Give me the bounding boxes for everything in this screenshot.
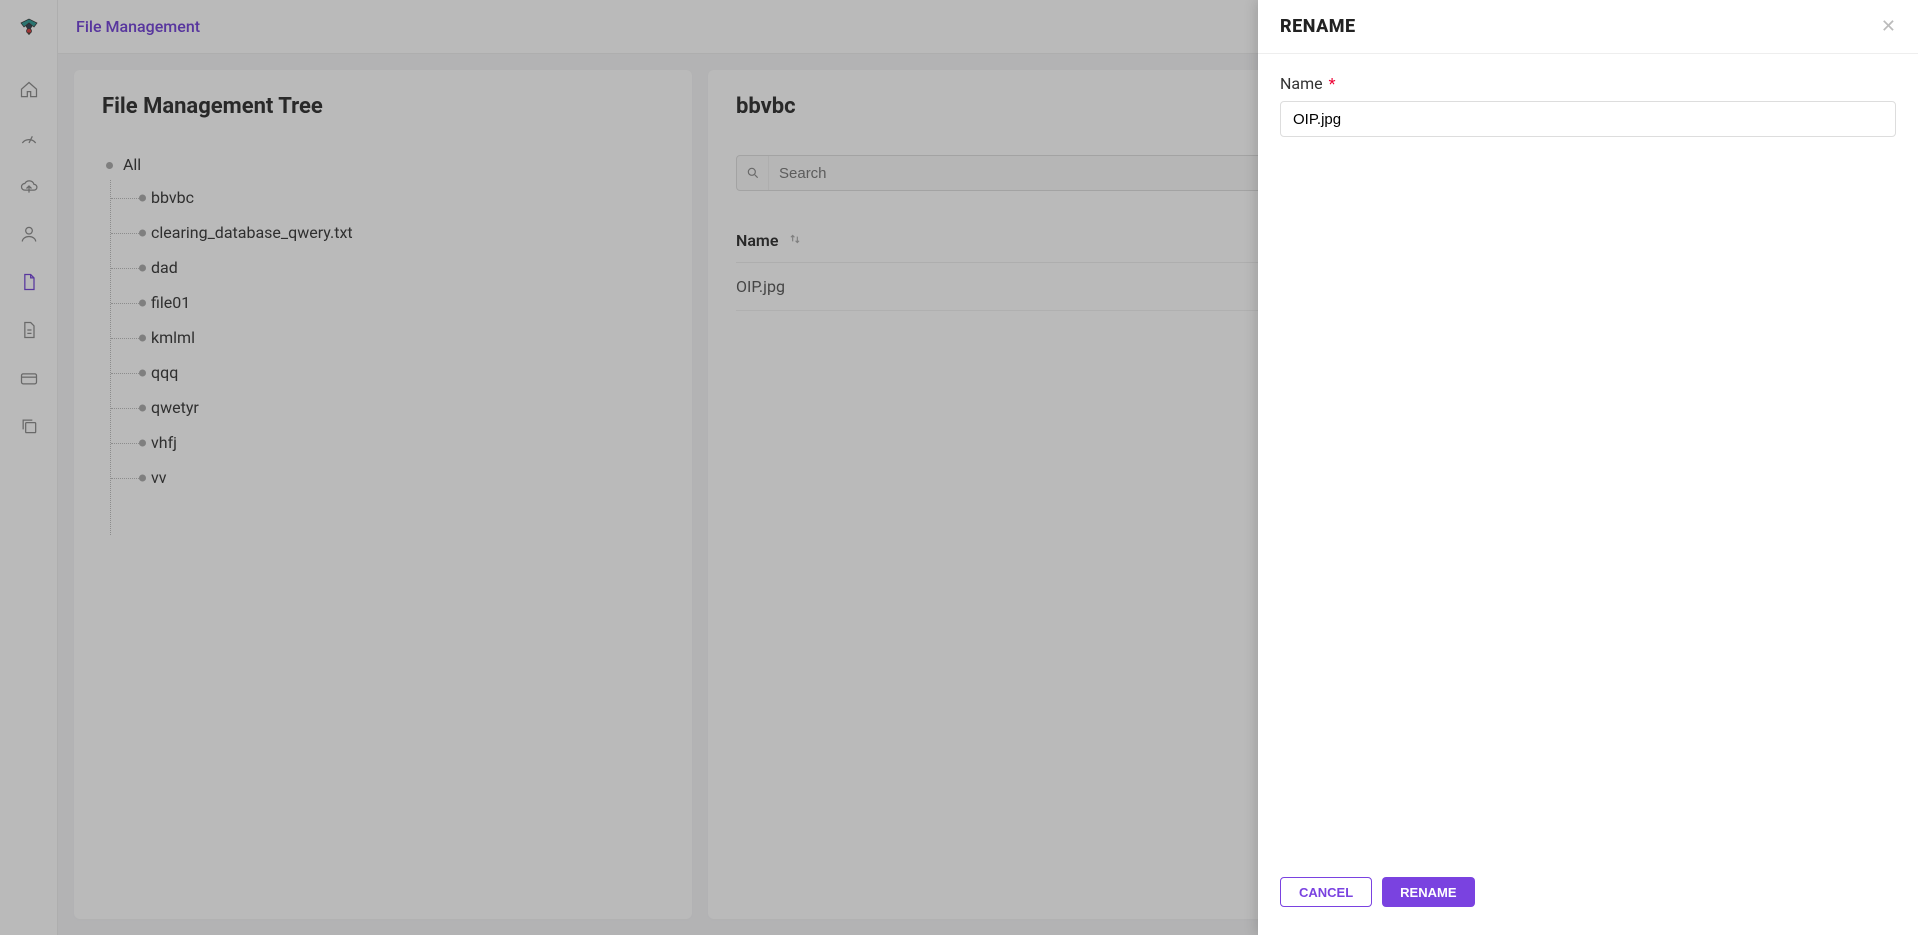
rename-button[interactable]: RENAME (1382, 877, 1474, 907)
drawer-title: RENAME (1280, 16, 1356, 37)
close-icon[interactable]: ✕ (1881, 16, 1896, 37)
cancel-button[interactable]: CANCEL (1280, 877, 1372, 907)
required-indicator: * (1325, 74, 1336, 93)
name-field-label: Name * (1280, 74, 1896, 93)
name-input[interactable] (1280, 101, 1896, 137)
rename-drawer: RENAME ✕ Name * CANCEL RENAME (1258, 0, 1918, 935)
